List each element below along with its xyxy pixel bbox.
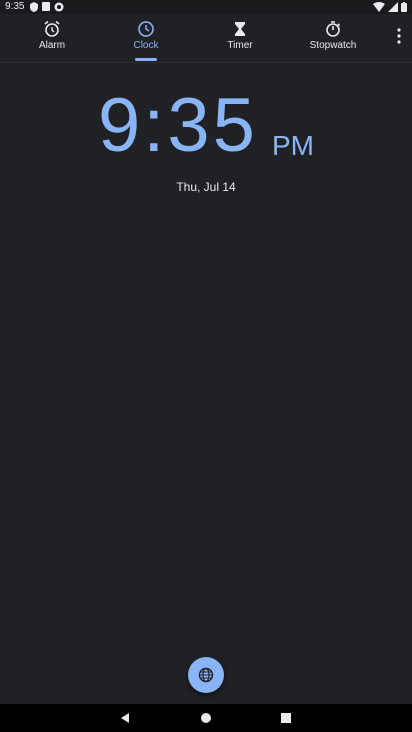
tab-clock[interactable]: Clock <box>118 14 174 62</box>
clock-ampm: PM <box>271 130 314 161</box>
hourglass-icon <box>235 22 245 36</box>
recents-icon[interactable] <box>278 710 294 726</box>
sd-card-icon <box>42 2 50 11</box>
back-icon[interactable] <box>117 710 133 726</box>
clock-date: Thu, Jul 14 <box>176 180 236 194</box>
status-time: 9:35 <box>5 1 25 12</box>
system-nav-bar <box>0 704 412 732</box>
tab-stopwatch-label: Stopwatch <box>309 40 357 51</box>
clock-icon <box>138 21 154 37</box>
battery-icon <box>401 2 407 12</box>
world-clock-button[interactable] <box>188 657 224 693</box>
tab-timer-label: Timer <box>227 40 253 51</box>
tab-alarm-label: Alarm <box>38 40 66 51</box>
home-icon[interactable] <box>198 710 214 726</box>
status-bar: 9:35 <box>0 0 412 14</box>
notification-icons <box>30 2 64 12</box>
stopwatch-icon <box>326 21 341 37</box>
system-icons <box>373 2 407 12</box>
tab-bar: Alarm Clock Timer Stopwatch <box>0 14 412 62</box>
alarm-icon <box>44 20 60 37</box>
digital-clock: 9:35 PM <box>0 86 412 166</box>
signal-icon <box>388 2 398 12</box>
tab-stopwatch[interactable]: Stopwatch <box>300 14 366 62</box>
active-tab-indicator <box>135 58 157 61</box>
wifi-icon <box>373 2 385 12</box>
tab-timer[interactable]: Timer <box>212 14 268 62</box>
more-options-icon[interactable] <box>396 28 402 44</box>
tab-alarm[interactable]: Alarm <box>24 14 80 62</box>
tab-divider <box>0 62 412 63</box>
globe-icon <box>198 667 214 683</box>
assistant-icon <box>54 2 64 12</box>
tab-clock-label: Clock <box>133 40 159 51</box>
shield-icon <box>30 2 38 12</box>
clock-time: 9:35 <box>98 83 258 168</box>
